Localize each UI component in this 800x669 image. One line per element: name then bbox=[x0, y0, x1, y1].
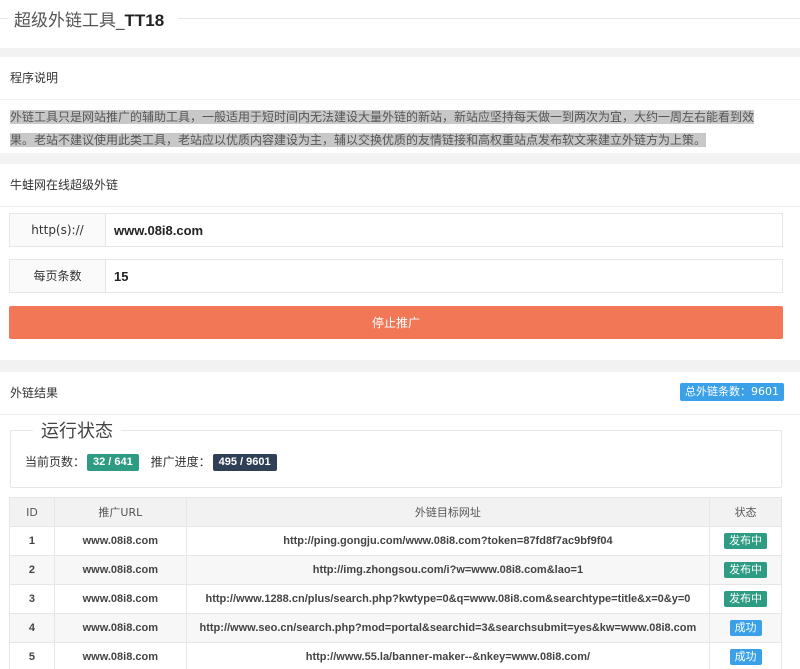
cell-promo-url: www.08i8.com bbox=[53, 584, 187, 614]
per-page-field: 每页条数 bbox=[9, 259, 783, 294]
run-status-panel: 运行状态 当前页数： 32 / 641 推广进度： 495 / 9601 bbox=[10, 417, 782, 488]
intro-text: 外链工具只是网站推广的辅助工具，一般适用于短时间内无法建设大量外链的新站，新站应… bbox=[10, 110, 755, 147]
table-row: 3 www.08i8.com http://www.1288.cn/plus/s… bbox=[9, 584, 782, 614]
progress-badge: 495 / 9601 bbox=[212, 454, 277, 471]
results-table: ID 推广URL 外链目标网址 状态 1 www.08i8.com http:/… bbox=[9, 497, 782, 669]
cell-id: 4 bbox=[9, 613, 55, 643]
page-header: 超级外链工具_TT18 bbox=[0, 0, 800, 48]
table-row: 4 www.08i8.com http://www.seo.cn/search.… bbox=[9, 613, 782, 643]
status-badge: 发布中 bbox=[724, 533, 768, 549]
cell-status: 成功 bbox=[709, 642, 782, 669]
column-header-promo-url: 推广URL bbox=[53, 497, 187, 527]
column-header-id: ID bbox=[9, 497, 55, 527]
form-heading: 牛蛙网在线超级外链 bbox=[0, 164, 800, 207]
column-header-target-url: 外链目标网址 bbox=[185, 497, 711, 527]
results-heading-label: 外链结果 bbox=[10, 386, 59, 400]
cell-id: 3 bbox=[9, 584, 55, 614]
cell-id: 1 bbox=[9, 526, 55, 556]
cell-promo-url: www.08i8.com bbox=[53, 613, 187, 643]
cell-target-url[interactable]: http://img.zhongsou.com/i?w=www.08i8.com… bbox=[185, 555, 711, 585]
current-page-label: 当前页数： bbox=[25, 455, 86, 469]
cell-status: 发布中 bbox=[709, 584, 782, 614]
header-divider bbox=[178, 18, 800, 19]
run-status-row: 当前页数： 32 / 641 推广进度： 495 / 9601 bbox=[25, 453, 285, 471]
status-badge: 发布中 bbox=[724, 591, 768, 607]
status-badge: 成功 bbox=[729, 620, 762, 636]
cell-status: 发布中 bbox=[709, 526, 782, 556]
status-badge: 发布中 bbox=[724, 562, 768, 578]
cell-promo-url: www.08i8.com bbox=[53, 526, 187, 556]
results-card: 外链结果 总外链条数：9601 运行状态 当前页数： 32 / 641 推广进度：… bbox=[0, 372, 800, 669]
cell-id: 2 bbox=[9, 555, 55, 585]
cell-status: 成功 bbox=[709, 613, 782, 643]
intro-card: 程序说明 外链工具只是网站推广的辅助工具，一般适用于短时间内无法建设大量外链的新… bbox=[0, 57, 800, 153]
cell-promo-url: www.08i8.com bbox=[53, 642, 187, 669]
table-row: 5 www.08i8.com http://www.55.la/banner-m… bbox=[9, 642, 782, 669]
cell-target-url[interactable]: http://ping.gongju.com/www.08i8.com?toke… bbox=[185, 526, 711, 556]
table-row: 2 www.08i8.com http://img.zhongsou.com/i… bbox=[9, 555, 782, 585]
form-card: 牛蛙网在线超级外链 http(s):// 每页条数 停止推广 bbox=[0, 164, 800, 360]
url-field: http(s):// bbox=[9, 213, 783, 248]
table-header-row: ID 推广URL 外链目标网址 状态 bbox=[9, 497, 782, 527]
cell-target-url[interactable]: http://www.seo.cn/search.php?mod=portal&… bbox=[185, 613, 711, 643]
cell-promo-url: www.08i8.com bbox=[53, 555, 187, 585]
results-heading: 外链结果 总外链条数：9601 bbox=[0, 372, 800, 415]
cell-target-url[interactable]: http://www.55.la/banner-maker--&nkey=www… bbox=[185, 642, 711, 669]
current-page-badge: 32 / 641 bbox=[87, 454, 139, 471]
per-page-label: 每页条数 bbox=[10, 260, 106, 292]
url-input[interactable] bbox=[106, 214, 776, 248]
run-status-legend: 运行状态 bbox=[33, 417, 121, 443]
table-row: 1 www.08i8.com http://ping.gongju.com/ww… bbox=[9, 526, 782, 556]
per-page-input[interactable] bbox=[106, 260, 776, 294]
progress-label: 推广进度： bbox=[150, 455, 211, 469]
page-title: 超级外链工具_TT18 bbox=[14, 11, 165, 31]
cell-target-url[interactable]: http://www.1288.cn/plus/search.php?kwtyp… bbox=[185, 584, 711, 614]
status-badge: 成功 bbox=[729, 649, 762, 665]
intro-heading: 程序说明 bbox=[0, 57, 800, 100]
cell-id: 5 bbox=[9, 642, 55, 669]
url-label: http(s):// bbox=[10, 214, 106, 246]
cell-status: 发布中 bbox=[709, 555, 782, 585]
stop-promotion-button[interactable]: 停止推广 bbox=[9, 306, 783, 339]
total-links-badge: 总外链条数：9601 bbox=[680, 383, 784, 401]
header-divider bbox=[0, 18, 8, 19]
column-header-status: 状态 bbox=[709, 497, 782, 527]
